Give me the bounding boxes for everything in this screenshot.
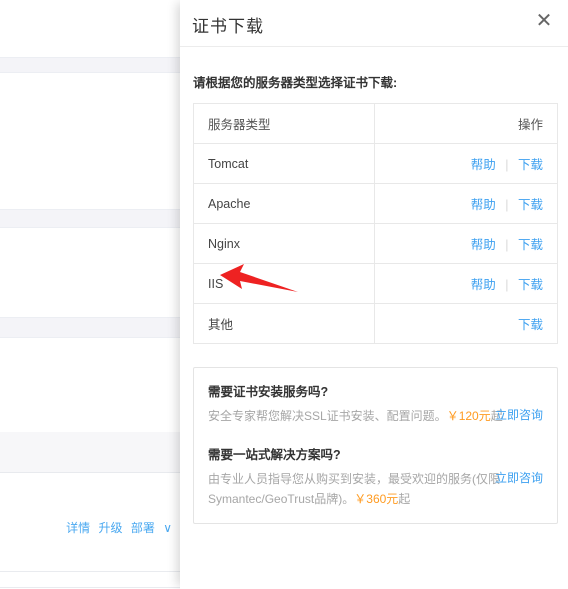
close-icon[interactable]: ✕: [532, 9, 556, 33]
download-link[interactable]: 下载: [518, 238, 543, 252]
download-link[interactable]: 下载: [518, 198, 543, 212]
background-link-detail[interactable]: 详情: [66, 521, 90, 535]
cell-server-type: Tomcat: [192, 143, 376, 184]
background-panel: [0, 432, 180, 473]
link-separator: |: [505, 198, 509, 212]
table-row: Tomcat 帮助 | 下载: [192, 143, 558, 184]
promo-price: ￥120元: [446, 409, 491, 423]
column-header-actions: 操作: [374, 103, 558, 144]
help-link[interactable]: 帮助: [471, 278, 496, 292]
cell-server-type: IIS: [192, 263, 376, 304]
link-separator: |: [505, 278, 509, 292]
background-divider: [0, 571, 180, 572]
promo-item-install-service: 需要证书安装服务吗? 安全专家帮您解决SSL证书安装、配置问题。￥120元起 立…: [208, 381, 543, 426]
cell-actions: 下载: [374, 303, 558, 344]
table-row: Nginx 帮助 | 下载: [192, 223, 558, 264]
download-link[interactable]: 下载: [518, 158, 543, 172]
promo-price: ￥360元: [354, 492, 399, 506]
certificate-download-drawer: 证书下载 ✕ 请根据您的服务器类型选择证书下载: 服务器类型 操作 Tomcat…: [180, 0, 568, 589]
table-row: Apache 帮助 | 下载: [192, 183, 558, 224]
cell-actions: 帮助 | 下载: [374, 223, 558, 264]
help-link[interactable]: 帮助: [471, 238, 496, 252]
download-link[interactable]: 下载: [518, 318, 543, 332]
background-link-upgrade[interactable]: 升级: [98, 521, 122, 535]
consult-now-link[interactable]: 立即咨询: [495, 406, 543, 423]
screen: 详情 升级 部署 ∨ 证书下载 ✕ 请根据您的服务器类型选择证书下载: 服务器类…: [0, 0, 568, 589]
table-row: 其他 下载: [192, 303, 558, 344]
help-link[interactable]: 帮助: [471, 158, 496, 172]
table-row-iis: IIS 帮助 | 下载: [192, 263, 558, 304]
background-row-band: [0, 57, 180, 73]
background-link-deploy[interactable]: 部署: [131, 521, 155, 535]
download-link[interactable]: 下载: [518, 278, 543, 292]
page-title: 证书下载: [192, 17, 264, 36]
promo-description: 安全专家帮您解决SSL证书安装、配置问题。: [208, 409, 447, 423]
background-row-band: [0, 209, 180, 228]
promo-row: 安全专家帮您解决SSL证书安装、配置问题。￥120元起 立即咨询: [208, 406, 543, 426]
cell-server-type: 其他: [192, 303, 376, 344]
background-page: 详情 升级 部署 ∨: [0, 0, 180, 589]
column-header-server-type: 服务器类型: [192, 103, 376, 144]
link-separator: |: [505, 238, 509, 252]
promo-title: 需要一站式解决方案吗?: [208, 448, 341, 462]
promo-row: 由专业人员指导您从购买到安装，最受欢迎的服务(仅限Symantec/GeoTru…: [208, 469, 543, 509]
consult-now-link[interactable]: 立即咨询: [495, 469, 543, 486]
drawer-header: 证书下载 ✕: [180, 0, 568, 47]
background-action-links: 详情 升级 部署 ∨: [0, 519, 172, 536]
table-header-row: 服务器类型 操作: [192, 103, 558, 144]
cell-server-type: Apache: [192, 183, 376, 224]
promo-title: 需要证书安装服务吗?: [208, 385, 329, 399]
promo-box: 需要证书安装服务吗? 安全专家帮您解决SSL证书安装、配置问题。￥120元起 立…: [193, 367, 558, 524]
help-link[interactable]: 帮助: [471, 198, 496, 212]
background-row-band: [0, 317, 180, 338]
cell-actions: 帮助 | 下载: [374, 183, 558, 224]
instruction-text: 请根据您的服务器类型选择证书下载:: [193, 76, 398, 90]
promo-item-full-solution: 需要一站式解决方案吗? 由专业人员指导您从购买到安装，最受欢迎的服务(仅限Sym…: [208, 444, 543, 509]
background-divider: [0, 587, 180, 588]
cell-actions: 帮助 | 下载: [374, 143, 558, 184]
chevron-down-icon[interactable]: ∨: [163, 521, 172, 535]
cell-server-type: Nginx: [192, 223, 376, 264]
server-type-table: 服务器类型 操作 Tomcat 帮助 | 下载 Apache 帮助 | 下载 N…: [192, 103, 558, 344]
promo-price-suffix: 起: [398, 492, 411, 506]
link-separator: |: [505, 158, 509, 172]
drawer-body: 请根据您的服务器类型选择证书下载: 服务器类型 操作 Tomcat 帮助 | 下…: [180, 72, 568, 524]
cell-actions: 帮助 | 下载: [374, 263, 558, 304]
